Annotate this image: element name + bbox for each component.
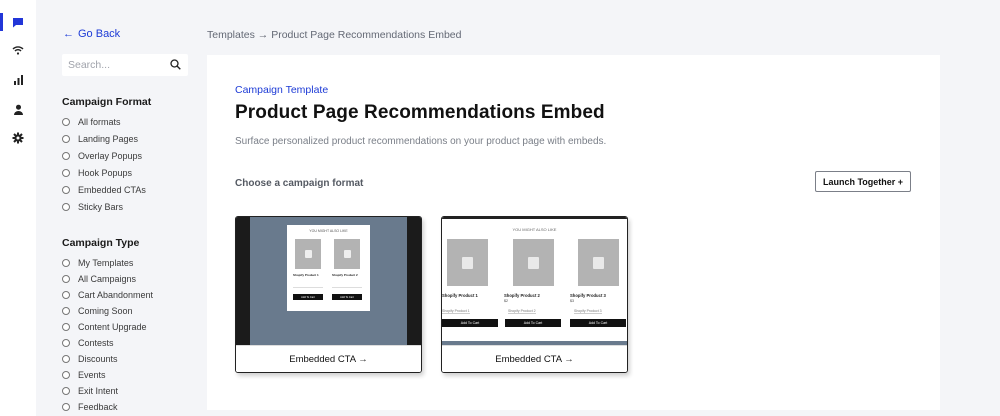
launch-together-button[interactable]: Launch Together + xyxy=(815,171,911,192)
campaign-type-heading: Campaign Type xyxy=(62,237,140,249)
page-description: Surface personalized product recommendat… xyxy=(235,136,607,147)
shopping-bag-icon xyxy=(462,256,473,269)
add-to-cart-button: Add To Cart xyxy=(505,319,561,327)
arrow-left-icon: ← xyxy=(63,28,74,40)
campaign-format-heading: Campaign Format xyxy=(62,96,152,108)
type-option[interactable]: Events xyxy=(62,370,106,380)
type-option[interactable]: Exit Intent xyxy=(62,386,118,396)
shopping-bag-icon xyxy=(304,250,312,258)
type-option[interactable]: Cart Abandonment xyxy=(62,290,153,300)
rail-wifi[interactable] xyxy=(0,39,36,61)
product-select: Shopify Product 2 xyxy=(508,309,536,314)
radio-button[interactable] xyxy=(62,275,70,283)
preview-heading: YOU MIGHT ALSO LIKE xyxy=(512,227,557,232)
format-tile[interactable]: YOU MIGHT ALSO LIKE Shopify Product 1 Sh… xyxy=(441,216,628,373)
page-title: Product Page Recommendations Embed xyxy=(235,102,605,123)
format-option[interactable]: Embedded CTAs xyxy=(62,185,146,195)
product-select: Shopify Product 1 xyxy=(442,309,470,314)
shopping-bag-icon xyxy=(593,256,604,269)
filter-sidebar: ← Go Back Campaign Format All formats La… xyxy=(38,0,196,416)
embed-preview: YOU MIGHT ALSO LIKE Shopify Product 1 Sh… xyxy=(442,217,627,346)
format-option[interactable]: Sticky Bars xyxy=(62,202,123,212)
go-back-link[interactable]: ← Go Back xyxy=(63,28,120,40)
product-name: Shopify Product 1 xyxy=(442,293,478,298)
search-icon[interactable] xyxy=(170,59,181,70)
format-option[interactable]: All formats xyxy=(62,117,121,127)
rail-settings[interactable] xyxy=(0,127,36,149)
radio-button[interactable] xyxy=(62,259,70,267)
product-select: Shopify Product 3 xyxy=(574,309,602,314)
type-option[interactable]: Discounts xyxy=(62,354,118,364)
shopping-bag-icon xyxy=(343,250,351,258)
product-price: $2 xyxy=(504,299,508,303)
tile-caption[interactable]: Embedded CTA → xyxy=(236,345,421,372)
radio-button[interactable] xyxy=(62,203,70,211)
radio-button[interactable] xyxy=(62,169,70,177)
tile-caption[interactable]: Embedded CTA → xyxy=(442,345,627,372)
chat-icon xyxy=(13,17,23,27)
type-option[interactable]: All Campaigns xyxy=(62,274,136,284)
radio-button[interactable] xyxy=(62,118,70,126)
icon-rail xyxy=(0,0,36,416)
search-box xyxy=(62,54,188,76)
radio-button[interactable] xyxy=(62,339,70,347)
format-option[interactable]: Landing Pages xyxy=(62,134,138,144)
add-to-cart-button: Add To Cart xyxy=(293,294,323,300)
format-option[interactable]: Overlay Popups xyxy=(62,151,142,161)
go-back-label: Go Back xyxy=(78,28,121,40)
radio-button[interactable] xyxy=(62,355,70,363)
template-card: Campaign Template Product Page Recommend… xyxy=(207,55,940,410)
product-image xyxy=(513,239,554,286)
rail-chat[interactable] xyxy=(0,11,36,33)
preview-heading: YOU MIGHT ALSO LIKE xyxy=(309,229,348,233)
radio-button[interactable] xyxy=(62,291,70,299)
wifi-icon xyxy=(12,46,24,55)
shopping-bag-icon xyxy=(528,256,539,269)
radio-button[interactable] xyxy=(62,387,70,395)
add-to-cart-button: Add To Cart xyxy=(570,319,626,327)
product-image xyxy=(295,239,321,269)
radio-button[interactable] xyxy=(62,152,70,160)
format-tile[interactable]: YOU MIGHT ALSO LIKE Shopify Product 1 Sh… xyxy=(235,216,422,373)
preview-widget: YOU MIGHT ALSO LIKE Shopify Product 1 Sh… xyxy=(287,225,370,311)
radio-button[interactable] xyxy=(62,323,70,331)
product-price: $3 xyxy=(570,299,574,303)
search-input[interactable] xyxy=(68,59,164,71)
type-option[interactable]: Contests xyxy=(62,338,114,348)
product-name: Shopify Product 2 xyxy=(504,293,540,298)
product-name: Shopify Product 1 xyxy=(293,273,319,277)
radio-button[interactable] xyxy=(62,371,70,379)
radio-button[interactable] xyxy=(62,307,70,315)
type-option[interactable]: My Templates xyxy=(62,258,133,268)
radio-button[interactable] xyxy=(62,186,70,194)
choose-format-label: Choose a campaign format xyxy=(235,178,364,189)
bar-chart-icon xyxy=(13,74,23,85)
gear-icon xyxy=(12,132,24,144)
radio-button[interactable] xyxy=(62,403,70,411)
product-name: Shopify Product 3 xyxy=(570,293,606,298)
product-name: Shopify Product 2 xyxy=(332,273,358,277)
user-icon xyxy=(13,104,23,115)
radio-button[interactable] xyxy=(62,135,70,143)
add-to-cart-button: Add To Cart xyxy=(442,319,498,327)
product-image xyxy=(334,239,360,269)
format-option[interactable]: Hook Popups xyxy=(62,168,132,178)
add-to-cart-button: Add To Cart xyxy=(332,294,362,300)
type-option[interactable]: Content Upgrade xyxy=(62,322,147,332)
product-image xyxy=(447,239,488,286)
embed-preview: YOU MIGHT ALSO LIKE Shopify Product 1 Sh… xyxy=(236,217,421,346)
type-option[interactable]: Feedback xyxy=(62,402,118,412)
rail-analytics[interactable] xyxy=(0,68,36,90)
product-image xyxy=(578,239,619,286)
rail-user[interactable] xyxy=(0,98,36,120)
type-option[interactable]: Coming Soon xyxy=(62,306,133,316)
template-eyebrow: Campaign Template xyxy=(235,84,329,96)
breadcrumb[interactable]: Templates → Product Page Recommendations… xyxy=(207,29,461,41)
